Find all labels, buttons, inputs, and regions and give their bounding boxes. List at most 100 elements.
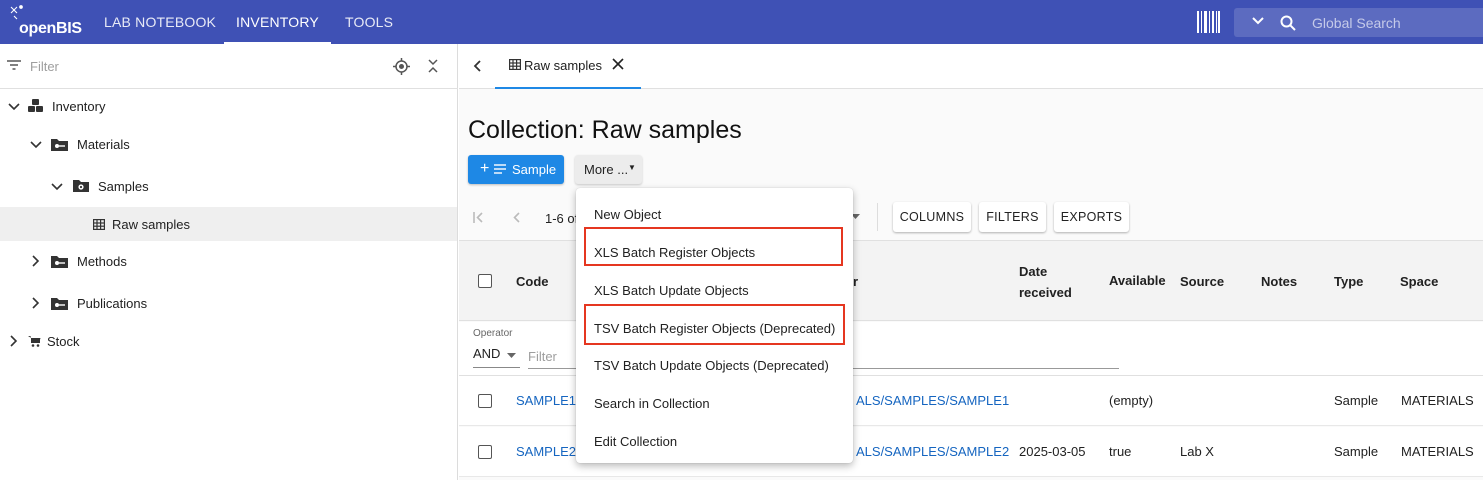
menu-item-xls-batch-update[interactable]: XLS Batch Update Objects xyxy=(576,268,853,306)
cell-identifier[interactable]: ALS/SAMPLES/SAMPLE1 xyxy=(856,393,1009,408)
column-header-space[interactable]: Space xyxy=(1400,271,1438,292)
global-search-input[interactable] xyxy=(1312,8,1480,37)
pagination-info: 1-6 of xyxy=(545,211,579,226)
tree-item-samples[interactable]: Samples xyxy=(0,169,457,203)
cell-code[interactable]: SAMPLE1 xyxy=(516,393,576,408)
chevron-right-icon[interactable] xyxy=(10,335,18,347)
global-search xyxy=(1234,8,1483,37)
add-sample-label: Sample xyxy=(512,162,557,177)
barcode-icon[interactable] xyxy=(1197,11,1220,33)
operator-underline xyxy=(473,367,520,368)
list-icon xyxy=(494,164,506,174)
menu-item-label: New Object xyxy=(594,207,662,222)
cell-type: Sample xyxy=(1334,444,1379,459)
tab-bar: Raw samples xyxy=(459,44,1483,89)
filter-icon xyxy=(7,60,21,70)
chevron-left-icon[interactable] xyxy=(473,60,481,72)
cell-identifier[interactable]: ALS/SAMPLES/SAMPLE2 xyxy=(856,444,1009,459)
tree-item-inventory[interactable]: Inventory xyxy=(0,89,457,123)
operator-caret-icon[interactable] xyxy=(507,353,516,359)
cell-source: Lab X xyxy=(1180,444,1214,459)
cell-space: MATERIALS xyxy=(1401,393,1474,408)
inventory-icon xyxy=(28,99,43,112)
columns-button[interactable]: COLUMNS xyxy=(893,202,971,232)
row-checkbox[interactable] xyxy=(478,445,492,459)
highlight-box-tsv-register xyxy=(584,304,845,345)
caret-down-icon: ▼ xyxy=(628,163,636,172)
previous-page-icon[interactable] xyxy=(513,212,520,223)
plus-icon: + xyxy=(480,160,490,177)
tree-item-raw-samples[interactable]: Raw samples xyxy=(0,207,457,241)
nav-tab-tools[interactable]: TOOLS xyxy=(345,0,393,44)
filters-button[interactable]: FILTERS xyxy=(979,202,1046,232)
cell-available: true xyxy=(1109,444,1132,459)
column-header-type[interactable]: Type xyxy=(1334,271,1363,292)
chevron-down-icon[interactable] xyxy=(30,141,42,149)
cell-space: MATERIALS xyxy=(1401,444,1474,459)
cell-date-received: 2025-03-05 xyxy=(1019,444,1086,459)
menu-item-label: Search in Collection xyxy=(594,396,710,411)
openbis-logo[interactable]: openBIS xyxy=(8,4,88,40)
nav-tab-inventory[interactable]: INVENTORY xyxy=(224,0,331,44)
toolbar-divider xyxy=(877,203,878,231)
tab-label: Raw samples xyxy=(524,58,603,73)
row-checkbox[interactable] xyxy=(478,394,492,408)
tree-item-label: Stock xyxy=(47,334,80,349)
tree-item-materials[interactable]: Materials xyxy=(0,127,457,161)
tree-item-stock[interactable]: Stock xyxy=(0,324,457,358)
menu-item-search-in-collection[interactable]: Search in Collection xyxy=(576,381,853,419)
folder-key-icon xyxy=(51,298,68,310)
tree-item-label: Samples xyxy=(98,179,149,194)
more-button[interactable]: More ... ▼ xyxy=(575,155,642,184)
tree-filter-input[interactable] xyxy=(30,56,330,76)
column-header-identifier[interactable]: r xyxy=(853,271,858,292)
tree-item-label: Materials xyxy=(77,137,130,152)
cart-icon xyxy=(28,336,41,347)
tree-filter-bar xyxy=(0,44,458,89)
cell-available: (empty) xyxy=(1109,393,1154,408)
tree-item-label: Methods xyxy=(77,254,127,269)
menu-item-label: XLS Batch Update Objects xyxy=(594,283,749,298)
tree-item-label: Publications xyxy=(77,296,148,311)
menu-item-new-object[interactable]: New Object xyxy=(576,192,853,230)
tree-item-publications[interactable]: Publications xyxy=(0,286,457,320)
nav-tab-lab-notebook[interactable]: LAB NOTEBOOK xyxy=(104,0,216,44)
column-header-source[interactable]: Source xyxy=(1180,271,1224,292)
tree-item-label: Inventory xyxy=(52,99,106,114)
select-all-checkbox[interactable] xyxy=(478,274,492,288)
chevron-down-icon[interactable] xyxy=(8,103,20,111)
collapse-all-icon[interactable] xyxy=(427,59,439,73)
chevron-down-icon[interactable] xyxy=(51,183,63,191)
menu-item-edit-collection[interactable]: Edit Collection xyxy=(576,419,853,457)
exports-button[interactable]: EXPORTS xyxy=(1054,202,1129,232)
add-sample-button[interactable]: + Sample xyxy=(468,155,564,184)
locate-icon[interactable] xyxy=(393,58,410,75)
operator-select[interactable]: AND xyxy=(473,346,500,361)
folder-key-icon xyxy=(51,139,68,151)
table-icon xyxy=(93,219,105,230)
navigation-tree-panel: Inventory Materials Samples Raw samples … xyxy=(0,44,458,480)
chevron-right-icon[interactable] xyxy=(32,255,40,267)
close-icon[interactable] xyxy=(612,58,624,70)
column-header-notes[interactable]: Notes xyxy=(1261,271,1297,292)
top-app-bar: openBIS LAB NOTEBOOK INVENTORY TOOLS xyxy=(0,0,1483,44)
menu-item-label: Edit Collection xyxy=(594,434,678,449)
more-button-label: More ... xyxy=(584,162,629,177)
column-header-date-received[interactable]: Date received xyxy=(1019,261,1081,303)
cell-code[interactable]: SAMPLE2 xyxy=(516,444,576,459)
global-filter-input[interactable]: Filter xyxy=(528,349,557,364)
tree-item-methods[interactable]: Methods xyxy=(0,244,457,278)
chevron-right-icon[interactable] xyxy=(32,297,40,309)
folder-key-icon xyxy=(51,256,68,268)
tab-raw-samples[interactable]: Raw samples xyxy=(495,44,641,89)
menu-item-tsv-batch-update[interactable]: TSV Batch Update Objects (Deprecated) xyxy=(576,343,853,381)
table-icon xyxy=(509,59,521,70)
column-header-code[interactable]: Code xyxy=(516,271,549,292)
chevron-down-icon[interactable] xyxy=(1252,17,1264,25)
first-page-icon[interactable] xyxy=(473,212,483,223)
cell-type: Sample xyxy=(1334,393,1379,408)
search-icon xyxy=(1280,15,1296,31)
logo-text: openBIS xyxy=(19,20,82,37)
menu-item-label: TSV Batch Update Objects (Deprecated) xyxy=(594,358,829,373)
column-header-available[interactable]: Available xyxy=(1109,270,1166,291)
